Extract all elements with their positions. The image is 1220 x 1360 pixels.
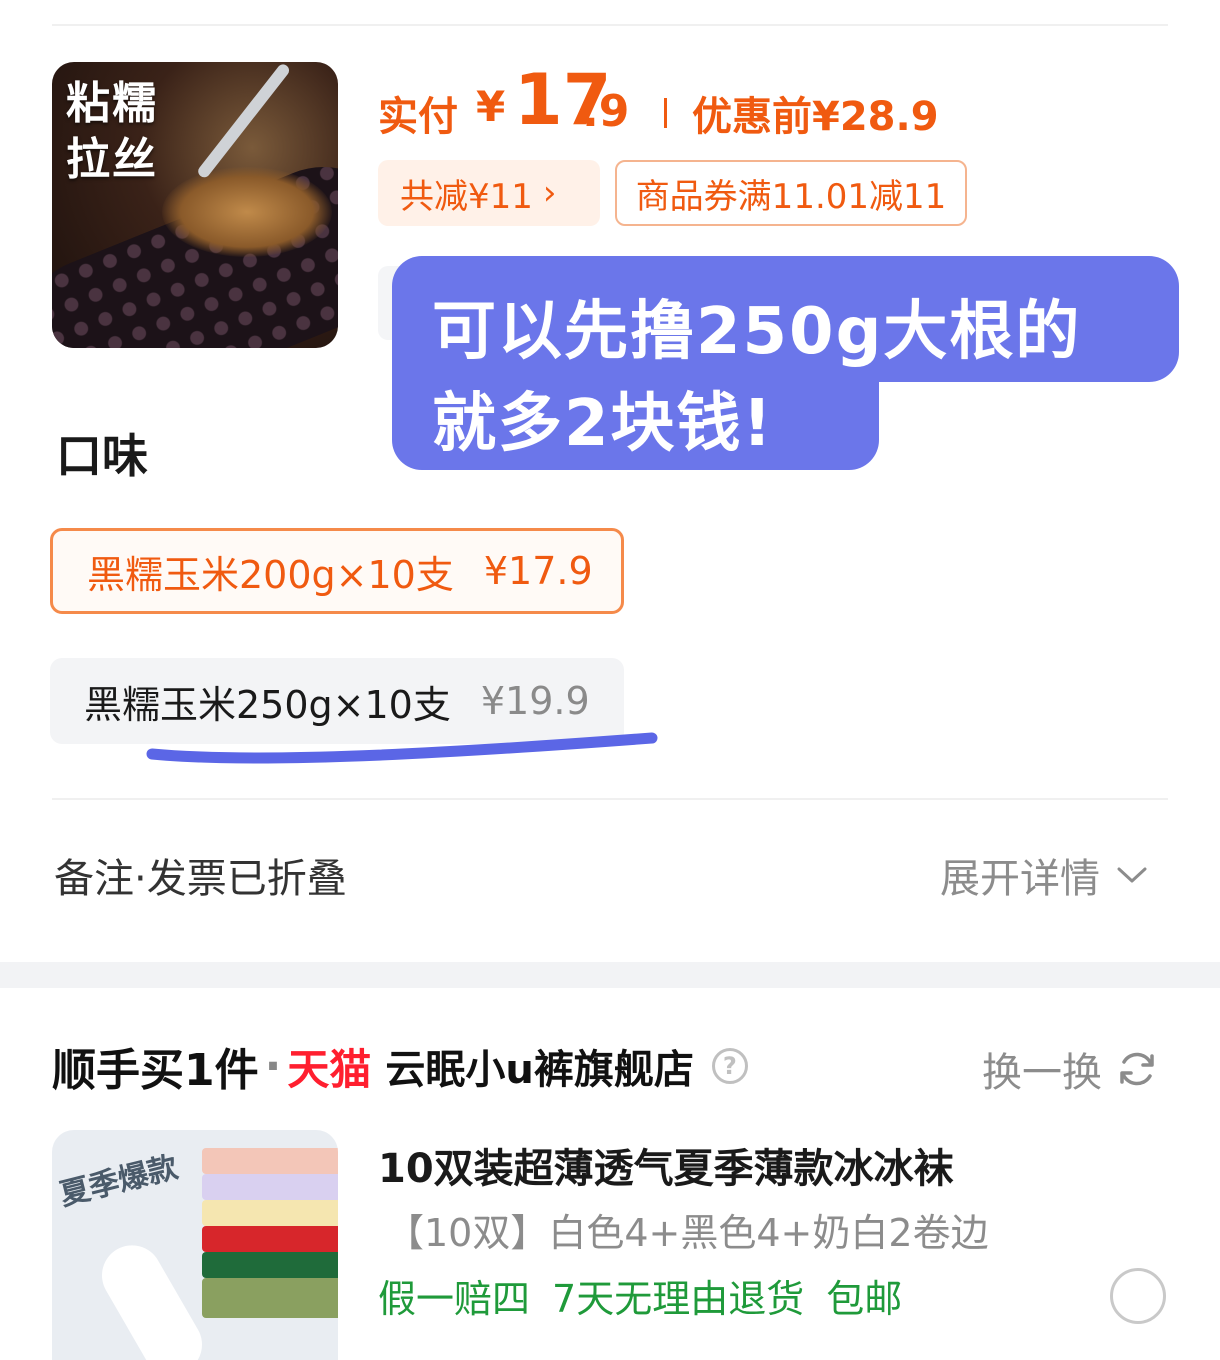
total-saved-label: 共减¥11 xyxy=(400,176,533,217)
sock-graphic xyxy=(202,1174,338,1200)
chevron-right-icon: › xyxy=(542,173,557,213)
image-caption-line1: 粘糯 xyxy=(66,78,158,129)
flavor-title: 口味 xyxy=(56,429,148,483)
addon-item-name[interactable]: 10双装超薄透气夏季薄款冰冰袜 xyxy=(378,1136,954,1194)
sku-option-price: ¥17.9 xyxy=(483,549,593,593)
addon-item-tags: 假一赔四 7天无理由退货 包邮 xyxy=(378,1268,902,1323)
service-tag: 7天无理由退货 xyxy=(552,1277,805,1321)
addon-select-checkbox[interactable] xyxy=(1110,1268,1166,1324)
image-caption-line2: 拉丝 xyxy=(66,134,158,185)
sock-graphic xyxy=(202,1252,338,1278)
handwritten-underline xyxy=(146,732,658,764)
chevron-down-icon xyxy=(1117,867,1147,883)
top-divider xyxy=(52,24,1168,26)
sku-option-label: 黑糯玉米200g×10支 xyxy=(87,552,454,597)
sock-graphic xyxy=(202,1148,338,1174)
store-name[interactable]: 云眠小u裤旗舰店 xyxy=(385,1037,693,1095)
sku-option-label: 黑糯玉米250g×10支 xyxy=(84,682,451,727)
service-tag: 包邮 xyxy=(826,1277,903,1321)
addon-section-title: 顺手买1件 xyxy=(52,1045,259,1096)
sock-graphic xyxy=(91,1234,213,1360)
service-tag: 假一赔四 xyxy=(378,1277,531,1321)
fork-graphic xyxy=(195,62,292,180)
sock-graphic xyxy=(202,1278,338,1318)
total-saved-chip[interactable]: 共减¥11 › xyxy=(378,160,600,226)
section-band xyxy=(0,962,1220,988)
sock-image-badge: 夏季爆款 xyxy=(56,1149,182,1213)
sock-graphic xyxy=(202,1200,338,1226)
tmall-badge: 天猫 xyxy=(287,1044,372,1094)
swap-button[interactable]: 换一换 xyxy=(982,1040,1158,1098)
product-image[interactable]: 粘糯 拉丝 xyxy=(52,62,338,348)
original-price: 优惠前¥28.9 xyxy=(692,94,939,140)
pay-price-decimal: .9 xyxy=(582,86,630,137)
coupon-chip[interactable]: 商品券满11.01减11 xyxy=(615,160,967,226)
refresh-icon xyxy=(1120,1052,1154,1086)
swap-label: 换一换 xyxy=(982,1050,1102,1096)
expand-details-button[interactable]: 展开详情 xyxy=(940,846,1148,904)
sock-graphic xyxy=(202,1226,338,1252)
price-separator xyxy=(664,98,667,128)
expand-details-label: 展开详情 xyxy=(940,856,1100,902)
pay-label: 实付 xyxy=(378,94,458,140)
sku-option-price: ¥19.9 xyxy=(480,679,590,723)
image-caption: 粘糯 拉丝 xyxy=(66,76,176,188)
topping-graphic xyxy=(162,167,332,257)
addon-dot: · xyxy=(264,1040,282,1092)
notes-invoice-label: 备注·发票已折叠 xyxy=(54,856,347,902)
help-icon[interactable]: ? xyxy=(711,1048,748,1084)
sock-product-image[interactable]: 夏季爆款 xyxy=(52,1130,338,1360)
sku-option-200g[interactable]: 黑糯玉米200g×10支 ¥17.9 xyxy=(50,528,624,614)
annotation-line1: 可以先撸250g大根的 xyxy=(432,295,1082,369)
section-divider xyxy=(52,798,1168,800)
addon-item-variant[interactable]: 【10双】白色4+黑色4+奶白2卷边 xyxy=(386,1202,989,1257)
addon-header: 顺手买1件 · 天猫 云眠小u裤旗舰店 ? xyxy=(52,1034,748,1098)
annotation-line2: 就多2块钱! xyxy=(432,387,774,461)
pay-currency: ¥ xyxy=(476,82,506,131)
